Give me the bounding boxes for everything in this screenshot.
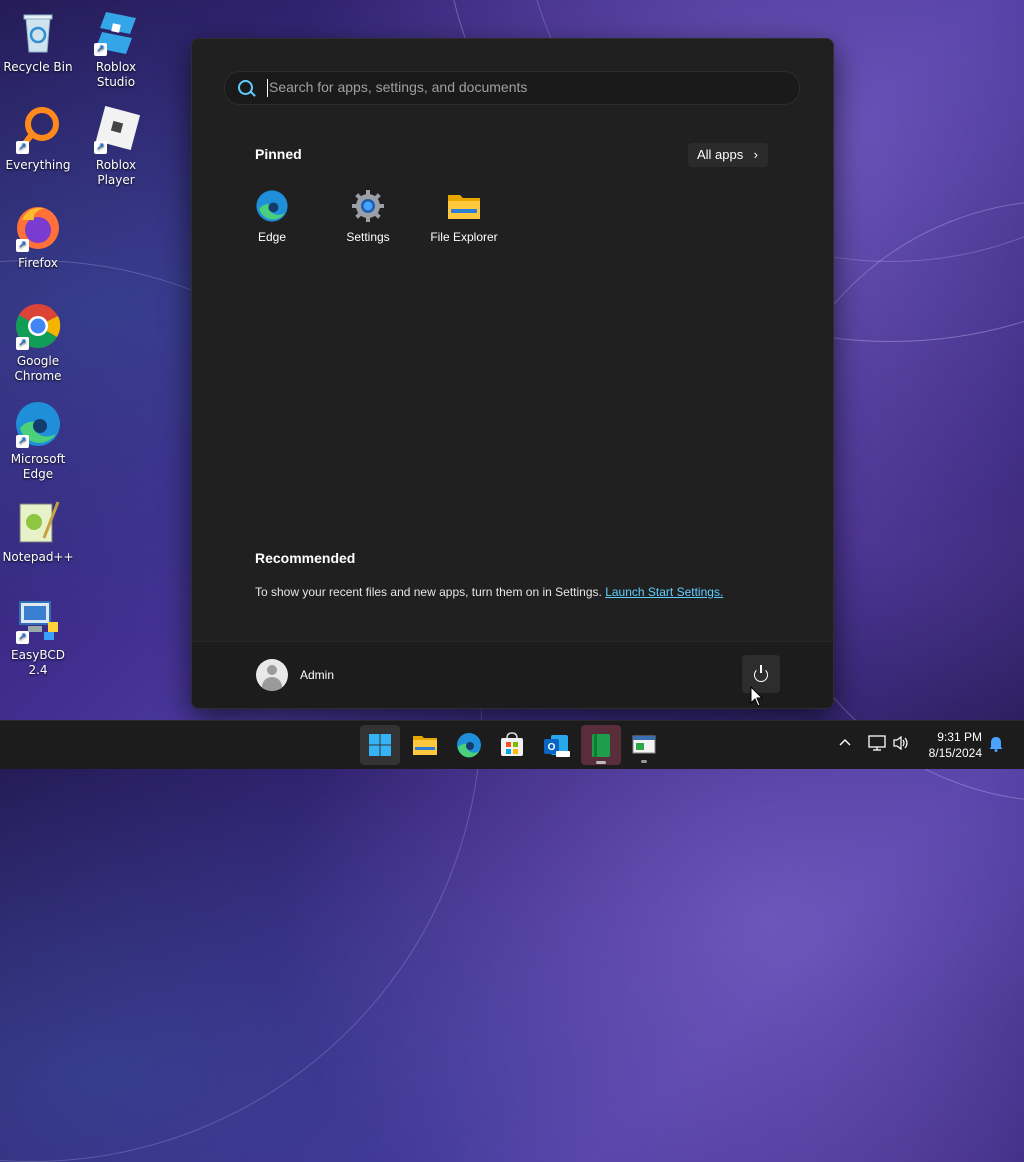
edge-icon [255, 189, 289, 223]
system-tray: 9:31 PM 8/15/2024 [830, 721, 1024, 769]
settings-gear-icon [351, 189, 385, 223]
chrome-icon: ↗ [14, 302, 62, 350]
text-caret [267, 79, 268, 97]
pinned-app-label: File Explorer [430, 230, 498, 244]
pinned-app-label: Settings [346, 230, 390, 244]
taskbar-green-app[interactable] [581, 725, 621, 765]
roblox-studio-icon: ↗ [92, 8, 140, 56]
taskbar-window-app[interactable] [624, 725, 664, 765]
pinned-app-file-explorer[interactable]: File Explorer [416, 189, 512, 244]
recommended-message: To show your recent files and new apps, … [255, 585, 723, 599]
recycle-bin-icon [14, 8, 62, 56]
user-avatar[interactable] [256, 659, 288, 691]
desktop-icon-label: Firefox [18, 256, 58, 270]
recommended-text: To show your recent files and new apps, … [255, 585, 602, 599]
svg-text:O: O [548, 742, 556, 753]
desktop-icon-google-chrome[interactable]: ↗ Google Chrome [0, 302, 76, 384]
recommended-heading: Recommended [255, 550, 356, 566]
edge-icon [457, 733, 481, 758]
taskbar-file-explorer[interactable] [405, 725, 445, 765]
taskbar-microsoft-store[interactable] [492, 725, 532, 765]
desktop-icon-label: Everything [5, 158, 71, 172]
clock-date: 8/15/2024 [928, 746, 982, 760]
start-footer: Admin [192, 641, 833, 708]
desktop-icon-label: EasyBCD 2.4 [11, 648, 65, 677]
notification-bell-icon[interactable] [989, 736, 1003, 752]
desktop-icon-everything[interactable]: ↗ Everything [0, 106, 76, 173]
desktop-icon-label: Google Chrome [14, 354, 62, 383]
chevron-right-icon: › [753, 147, 758, 162]
desktop-icon-roblox-player[interactable]: ↗ Roblox Player [78, 105, 154, 188]
desktop-icon-label: Microsoft Edge [10, 452, 66, 481]
desktop-icon-label: Notepad++ [2, 550, 74, 564]
folder-icon [447, 189, 481, 223]
windows-logo-icon [369, 734, 391, 756]
desktop-icon-easybcd[interactable]: ↗ EasyBCD 2.4 [0, 596, 76, 678]
desktop-icon-roblox-studio[interactable]: ↗ Roblox Studio [78, 8, 154, 90]
speaker-icon[interactable] [892, 735, 910, 751]
easybcd-icon: ↗ [14, 596, 62, 644]
firefox-icon: ↗ [14, 204, 62, 252]
power-icon-bar [760, 665, 762, 673]
network-icon[interactable] [868, 735, 886, 751]
desktop-icon-label: Roblox Studio [95, 60, 137, 89]
all-apps-label: All apps [697, 147, 744, 162]
desktop-icon-firefox[interactable]: ↗ Firefox [0, 204, 76, 271]
pinned-heading: Pinned [255, 146, 302, 162]
window-app-icon [632, 735, 656, 754]
taskbar-start-button[interactable] [360, 725, 400, 765]
clock-time: 9:31 PM [937, 730, 982, 744]
folder-icon [413, 736, 437, 755]
taskbar-outlook[interactable]: O [536, 725, 576, 765]
desktop-icon-microsoft-edge[interactable]: ↗ Microsoft Edge [0, 400, 76, 482]
desktop-icon-recycle-bin[interactable]: Recycle Bin [0, 8, 76, 75]
pinned-app-label: Edge [257, 230, 287, 244]
search-input[interactable] [269, 72, 769, 102]
pinned-app-settings[interactable]: Settings [320, 189, 416, 244]
desktop-icon-label: Recycle Bin [3, 60, 73, 74]
desktop-icon-notepad-plus-plus[interactable]: Notepad++ [0, 498, 76, 565]
search-icon [238, 80, 253, 95]
pinned-app-edge[interactable]: Edge [224, 189, 320, 244]
launch-start-settings-link[interactable]: Launch Start Settings. [605, 585, 723, 599]
store-icon [501, 732, 523, 756]
start-search-box[interactable] [224, 71, 800, 105]
clock[interactable]: 9:31 PM 8/15/2024 [910, 729, 982, 761]
desktop-icon-label: Roblox Player [95, 158, 137, 187]
user-name[interactable]: Admin [300, 668, 334, 682]
roblox-player-icon: ↗ [92, 105, 141, 154]
green-book-icon [592, 734, 610, 757]
everything-icon: ↗ [14, 106, 62, 154]
start-menu: Pinned All apps › Edge Settings File Exp… [191, 38, 834, 709]
taskbar-edge[interactable] [449, 725, 489, 765]
notepad-plus-plus-icon [14, 498, 62, 546]
outlook-icon: O [544, 735, 570, 757]
edge-icon: ↗ [14, 400, 62, 448]
all-apps-button[interactable]: All apps › [688, 143, 768, 167]
chevron-up-icon[interactable] [838, 735, 852, 749]
taskbar: O 9:31 PM 8/15/2024 [0, 720, 1024, 769]
